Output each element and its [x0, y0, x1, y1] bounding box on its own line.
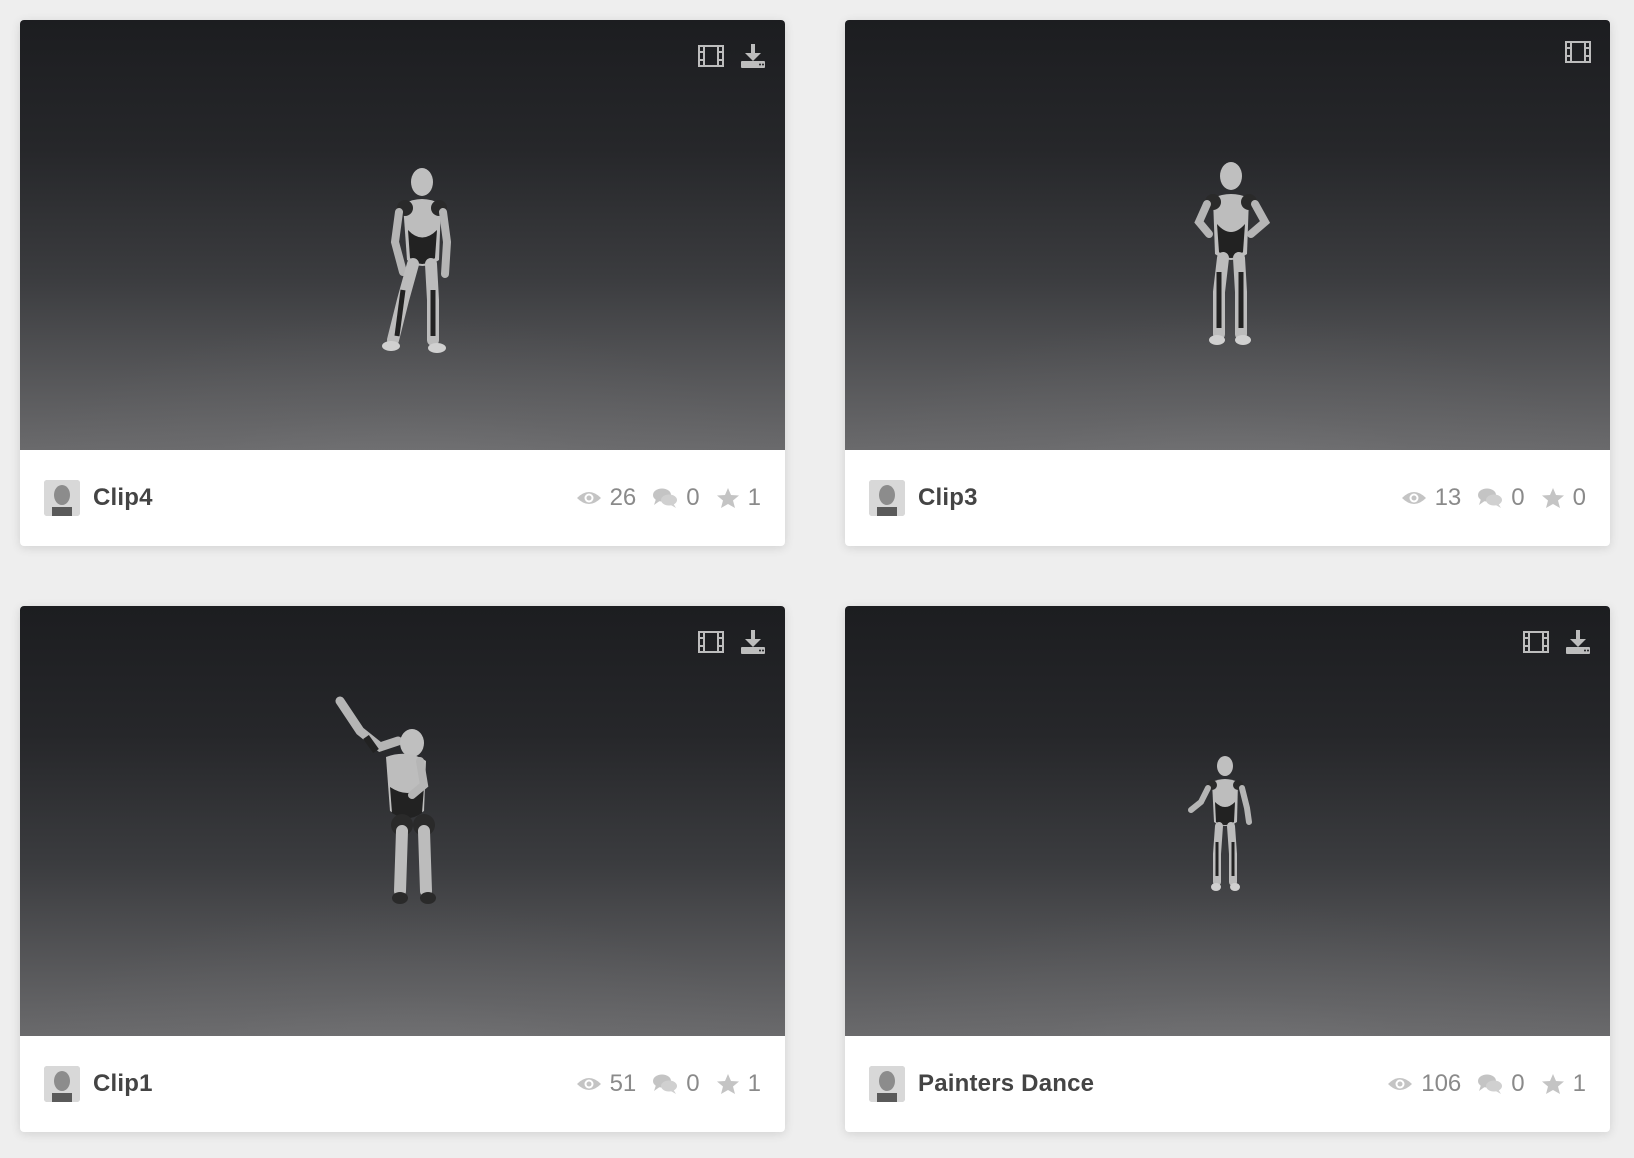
comments-count: 0	[1511, 1070, 1525, 1097]
avatar[interactable]	[869, 1066, 905, 1102]
comments-stat: 0	[652, 484, 700, 512]
model-title[interactable]: Clip3	[918, 484, 1385, 512]
views-count: 106	[1421, 1070, 1462, 1097]
film-icon[interactable]	[697, 42, 725, 70]
views-stat: 13	[1401, 484, 1462, 512]
comments-count: 0	[686, 1070, 700, 1097]
comments-stat: 0	[1477, 484, 1525, 512]
model-thumbnail[interactable]	[845, 606, 1610, 1036]
model-card[interactable]: Clip3 13 0 0	[845, 20, 1610, 546]
model-grid: Clip4 26 0 1 Clip3 13 0 0 Clip1 51 0 1 P…	[0, 0, 1634, 1158]
film-icon[interactable]	[697, 628, 725, 656]
model-stats: 26 0 1	[560, 484, 761, 512]
thumbnail-actions	[697, 628, 767, 656]
likes-count: 1	[747, 1070, 761, 1097]
likes-count: 1	[1572, 1070, 1586, 1097]
character-figure	[1194, 162, 1271, 345]
model-card[interactable]: Painters Dance 106 0 1	[845, 606, 1610, 1132]
thumbnail-actions	[1564, 38, 1592, 66]
likes-stat: 0	[1541, 484, 1586, 512]
views-count: 13	[1434, 484, 1462, 511]
model-card[interactable]: Clip1 51 0 1	[20, 606, 785, 1132]
model-title[interactable]: Clip1	[93, 1070, 560, 1098]
comments-stat: 0	[652, 1070, 700, 1098]
comments-icon	[653, 1074, 678, 1094]
comments-icon	[1478, 488, 1503, 508]
avatar[interactable]	[869, 480, 905, 516]
model-title[interactable]: Painters Dance	[918, 1070, 1371, 1098]
avatar[interactable]	[44, 1066, 80, 1102]
views-count: 51	[609, 1070, 637, 1097]
comments-count: 0	[1511, 484, 1525, 511]
card-footer: Clip3 13 0 0	[845, 450, 1610, 546]
views-count: 26	[609, 484, 637, 511]
model-thumbnail[interactable]	[20, 20, 785, 450]
card-footer: Clip4 26 0 1	[20, 450, 785, 546]
model-card[interactable]: Clip4 26 0 1	[20, 20, 785, 546]
eye-icon	[1401, 492, 1426, 504]
avatar[interactable]	[44, 480, 80, 516]
model-stats: 106 0 1	[1371, 1070, 1586, 1098]
card-footer: Clip1 51 0 1	[20, 1036, 785, 1132]
star-icon	[1541, 488, 1564, 508]
likes-stat: 1	[716, 484, 761, 512]
star-icon	[716, 488, 739, 508]
likes-count: 1	[747, 484, 761, 511]
star-icon	[1541, 1074, 1564, 1094]
download-icon[interactable]	[1564, 628, 1592, 656]
likes-count: 0	[1572, 484, 1586, 511]
download-icon[interactable]	[739, 42, 767, 70]
model-thumbnail[interactable]	[20, 606, 785, 1036]
thumbnail-actions	[697, 42, 767, 70]
film-icon[interactable]	[1564, 38, 1592, 66]
views-stat: 51	[576, 1070, 637, 1098]
model-title[interactable]: Clip4	[93, 484, 560, 512]
eye-icon	[576, 492, 601, 504]
model-stats: 13 0 0	[1385, 484, 1586, 512]
card-footer: Painters Dance 106 0 1	[845, 1036, 1610, 1132]
floor-glow	[845, 896, 1610, 1036]
comments-count: 0	[686, 484, 700, 511]
character-figure	[1188, 756, 1252, 891]
views-stat: 26	[576, 484, 637, 512]
star-icon	[716, 1074, 739, 1094]
comments-icon	[653, 488, 678, 508]
eye-icon	[576, 1078, 601, 1090]
character-figure	[335, 696, 436, 904]
model-stats: 51 0 1	[560, 1070, 761, 1098]
character-figure	[382, 168, 452, 353]
comments-icon	[1478, 1074, 1503, 1094]
model-thumbnail[interactable]	[845, 20, 1610, 450]
film-icon[interactable]	[1522, 628, 1550, 656]
download-icon[interactable]	[739, 628, 767, 656]
eye-icon	[1388, 1078, 1413, 1090]
views-stat: 106	[1387, 1070, 1461, 1098]
likes-stat: 1	[716, 1070, 761, 1098]
comments-stat: 0	[1477, 1070, 1525, 1098]
thumbnail-actions	[1522, 628, 1592, 656]
likes-stat: 1	[1541, 1070, 1586, 1098]
